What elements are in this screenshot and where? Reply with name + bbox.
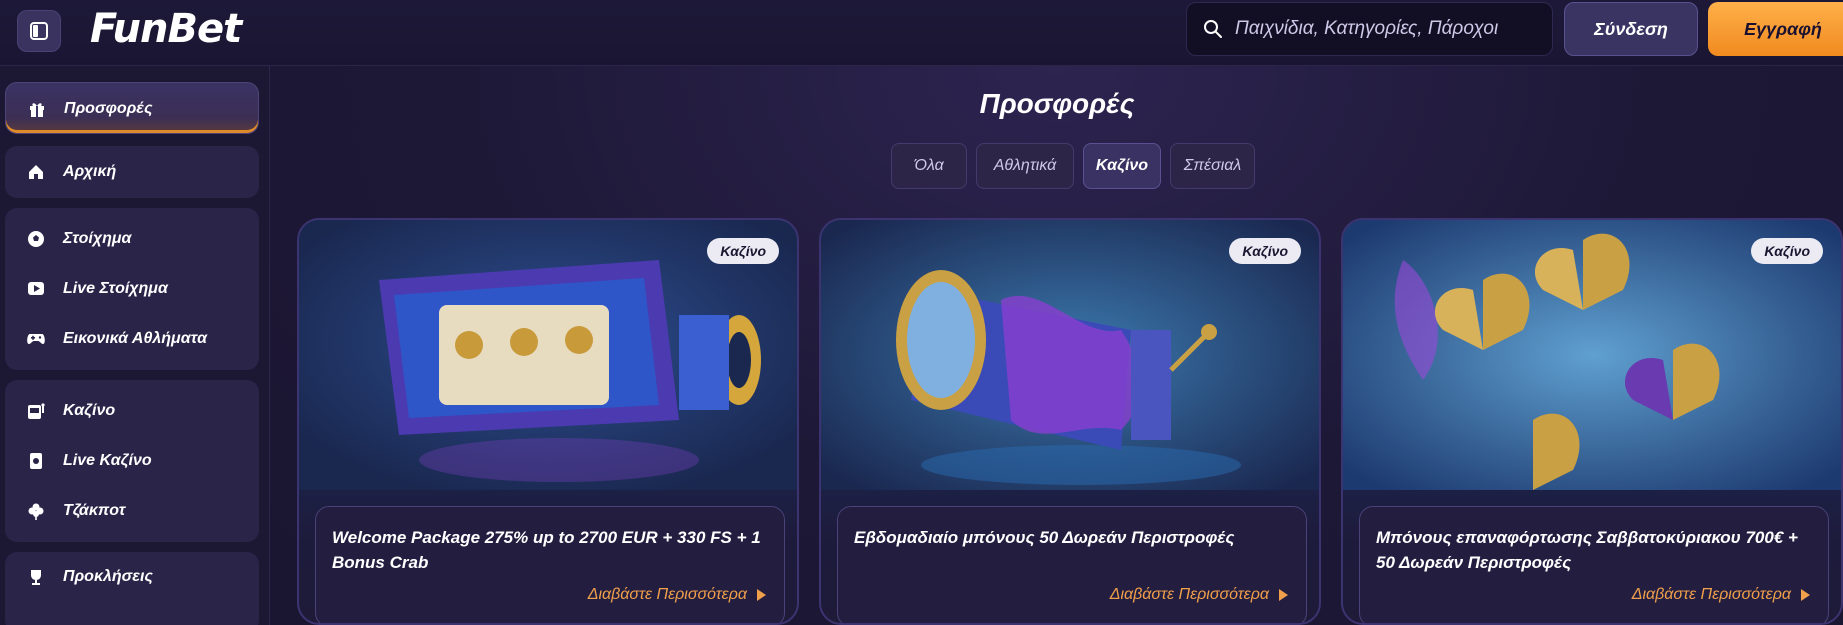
- top-header: FunBet Σύνδεση Εγγραφή: [0, 0, 1843, 66]
- read-more-label: Διαβάστε Περισσότερα: [587, 586, 747, 603]
- play-arrow-icon: [757, 589, 766, 601]
- sidebar-item-label: Προσφορές: [64, 100, 153, 117]
- read-more-link[interactable]: Διαβάστε Περισσότερα: [1110, 586, 1288, 604]
- sidebar-group-challenges: Προκλήσεις: [5, 552, 259, 625]
- cards-icon: [25, 450, 47, 472]
- sidebar-item-label: Στοίχημα: [63, 230, 132, 247]
- play-arrow-icon: [1801, 589, 1810, 601]
- sidebar-item-jackpot[interactable]: Τζάκποτ: [5, 486, 259, 536]
- read-more-link[interactable]: Διαβάστε Περισσότερα: [588, 586, 766, 604]
- sidebar-item-promotions[interactable]: Προσφορές: [5, 82, 259, 134]
- home-icon: [25, 161, 47, 183]
- gamepad-icon: [25, 328, 47, 350]
- promo-card[interactable]: Καζίνο Εβδομαδιαίο μπόνους 50 Δωρεάν Περ…: [819, 218, 1321, 625]
- live-play-icon: [25, 278, 47, 300]
- slot-machine-icon: [25, 400, 47, 422]
- sidebar: Προσφορές Αρχική Στοίχημα Live Στοίχημα: [0, 66, 270, 625]
- promo-info-panel: Welcome Package 275% up to 2700 EUR + 33…: [315, 506, 785, 623]
- sidebar-item-casino[interactable]: Καζίνο: [5, 386, 259, 436]
- sidebar-item-live-betting[interactable]: Live Στοίχημα: [5, 264, 259, 314]
- tab-all[interactable]: Όλα: [891, 143, 967, 189]
- promo-card[interactable]: Καζίνο Μπόνους επαναφόρτωσης Σαββατοκύρι…: [1341, 218, 1843, 625]
- tab-special[interactable]: Σπέσιαλ: [1170, 143, 1255, 189]
- sidebar-item-label: Προκλήσεις: [63, 568, 153, 585]
- sidebar-item-live-casino[interactable]: Live Καζίνο: [5, 436, 259, 486]
- tab-casino[interactable]: Καζίνο: [1083, 143, 1161, 189]
- sidebar-item-home[interactable]: Αρχική: [5, 146, 259, 198]
- brand-logo[interactable]: FunBet: [90, 6, 242, 52]
- sidebar-item-label: Live Καζίνο: [63, 452, 152, 469]
- sidebar-item-label: Τζάκποτ: [63, 502, 126, 519]
- promo-card[interactable]: Καζίνο Welcome Package 275% up to 2700 E…: [297, 218, 799, 625]
- read-more-label: Διαβάστε Περισσότερα: [1631, 586, 1791, 603]
- play-arrow-icon: [1279, 589, 1288, 601]
- sidebar-item-betting[interactable]: Στοίχημα: [5, 214, 259, 264]
- promo-filter-tabs: Όλα Αθλητικά Καζίνο Σπέσιαλ: [891, 143, 1255, 189]
- soccer-ball-icon: [25, 228, 47, 250]
- search-input[interactable]: [1235, 18, 1535, 40]
- tab-sports[interactable]: Αθλητικά: [976, 143, 1074, 189]
- login-button[interactable]: Σύνδεση: [1564, 2, 1698, 56]
- search-box[interactable]: [1186, 2, 1553, 56]
- sidebar-item-virtual-sports[interactable]: Εικονικά Αθλήματα: [5, 314, 259, 364]
- category-badge: Καζίνο: [1751, 238, 1823, 264]
- trophy-icon: [25, 566, 47, 588]
- search-icon: [1204, 20, 1222, 38]
- register-button[interactable]: Εγγραφή: [1708, 2, 1843, 56]
- sidebar-item-challenges[interactable]: Προκλήσεις: [5, 552, 259, 602]
- promo-title: Εβδομαδιαίο μπόνους 50 Δωρεάν Περιστροφέ…: [854, 528, 1235, 547]
- sidebar-toggle-icon: [30, 22, 48, 40]
- read-more-link[interactable]: Διαβάστε Περισσότερα: [1632, 586, 1810, 604]
- sidebar-group-home: Αρχική: [5, 146, 259, 198]
- sidebar-item-label: Αρχική: [63, 163, 117, 180]
- promo-info-panel: Μπόνους επαναφόρτωσης Σαββατοκύριακου 70…: [1359, 506, 1829, 623]
- promo-title: Μπόνους επαναφόρτωσης Σαββατοκύριακου 70…: [1376, 528, 1798, 572]
- promo-info-panel: Εβδομαδιαίο μπόνους 50 Δωρεάν Περιστροφέ…: [837, 506, 1307, 623]
- category-badge: Καζίνο: [707, 238, 779, 264]
- sidebar-toggle-button[interactable]: [17, 10, 61, 52]
- clover-icon: [25, 500, 47, 522]
- category-badge: Καζίνο: [1229, 238, 1301, 264]
- sidebar-item-label: Εικονικά Αθλήματα: [63, 330, 208, 347]
- sidebar-item-label: Καζίνο: [63, 402, 116, 419]
- promo-title: Welcome Package 275% up to 2700 EUR + 33…: [332, 528, 761, 572]
- sidebar-group-sports: Στοίχημα Live Στοίχημα Εικονικά Αθλήματα: [5, 208, 259, 370]
- read-more-label: Διαβάστε Περισσότερα: [1109, 586, 1269, 603]
- page-title: Προσφορές: [979, 88, 1135, 119]
- gift-icon: [26, 98, 48, 120]
- sidebar-group-casino: Καζίνο Live Καζίνο Τζάκποτ: [5, 380, 259, 542]
- sidebar-item-label: Live Στοίχημα: [63, 280, 168, 297]
